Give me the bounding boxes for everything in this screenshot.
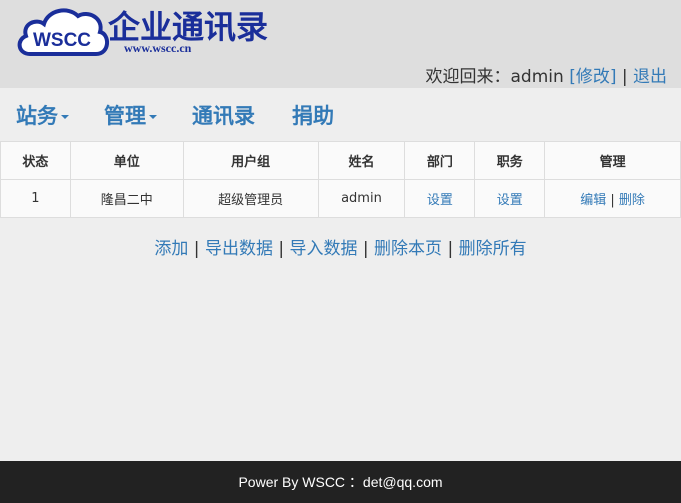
caret-down-icon [149,115,157,119]
nav-item-label: 管理 [104,104,146,128]
delete-all-link[interactable]: 删除所有 [459,239,527,259]
add-link[interactable]: 添加 [154,239,188,259]
nav-item-label: 捐助 [292,104,334,128]
nav-item-contacts[interactable]: 通讯录 [192,100,255,130]
column-header-name: 姓名 [317,141,406,180]
nav-item-manage[interactable]: 管理 [104,100,157,130]
nav-item-label: 站务 [16,104,58,128]
welcome-separator: | [616,67,633,87]
nav-item-donate[interactable]: 捐助 [292,100,334,130]
column-header-manage: 管理 [544,141,681,180]
header: WSCC 企业通讯录 www.wscc.cn 欢迎回来：admin [修改] |… [0,0,681,88]
logo-badge-text: WSCC [33,30,91,51]
cell-position: 设置 [474,179,546,218]
table-row: 1 隆昌二中 超级管理员 admin 设置 设置 编辑 | 删除 [0,179,681,218]
export-data-link[interactable]: 导出数据 [205,239,273,259]
action-separator: | [442,239,459,259]
action-separator: | [188,239,205,259]
department-settings-link[interactable]: 设置 [427,193,453,208]
cell-status: 1 [0,179,71,218]
site-logo[interactable]: WSCC 企业通讯录 www.wscc.cn [16,4,306,60]
main-nav: 站务 管理 通讯录 捐助 [0,88,681,142]
column-header-position: 职务 [474,141,546,180]
welcome-prefix: 欢迎回来： [425,67,511,87]
action-separator: | [357,239,375,259]
contacts-table: 状态 单位 用户组 姓名 部门 职务 管理 1 隆昌二中 超级管理员 admin… [0,141,681,218]
cell-unit: 隆昌二中 [69,179,184,218]
column-header-unit: 单位 [69,141,184,180]
position-settings-link[interactable]: 设置 [497,193,523,208]
import-data-link[interactable]: 导入数据 [290,239,358,259]
username: admin [510,67,564,87]
manage-separator: | [606,193,619,208]
cell-department: 设置 [404,179,476,218]
cell-group: 超级管理员 [182,179,319,218]
logout-link[interactable]: 退出 [633,67,667,87]
column-header-department: 部门 [404,141,476,180]
edit-profile-link[interactable]: [修改] [569,67,616,87]
action-separator: | [272,239,290,259]
delete-page-link[interactable]: 删除本页 [374,239,442,259]
cell-name: admin [317,179,406,218]
caret-down-icon [61,115,69,119]
column-header-group: 用户组 [182,141,319,180]
nav-item-label: 通讯录 [192,104,255,128]
footer: Power By WSCC ：det@qq.com [0,461,681,503]
edit-row-link[interactable]: 编辑 [580,193,606,208]
welcome-bar: 欢迎回来：admin [修改] | 退出 [426,62,668,87]
logo-url-text: www.wscc.cn [124,41,192,55]
footer-text: Power By WSCC ：det@qq.com [238,474,443,490]
column-header-status: 状态 [0,141,71,180]
action-bar: 添加 | 导出数据 | 导入数据 | 删除本页 | 删除所有 [0,234,681,259]
delete-row-link[interactable]: 删除 [619,193,645,208]
nav-item-station[interactable]: 站务 [16,100,69,130]
table-header-row: 状态 单位 用户组 姓名 部门 职务 管理 [0,141,681,180]
cell-manage: 编辑 | 删除 [544,179,681,218]
